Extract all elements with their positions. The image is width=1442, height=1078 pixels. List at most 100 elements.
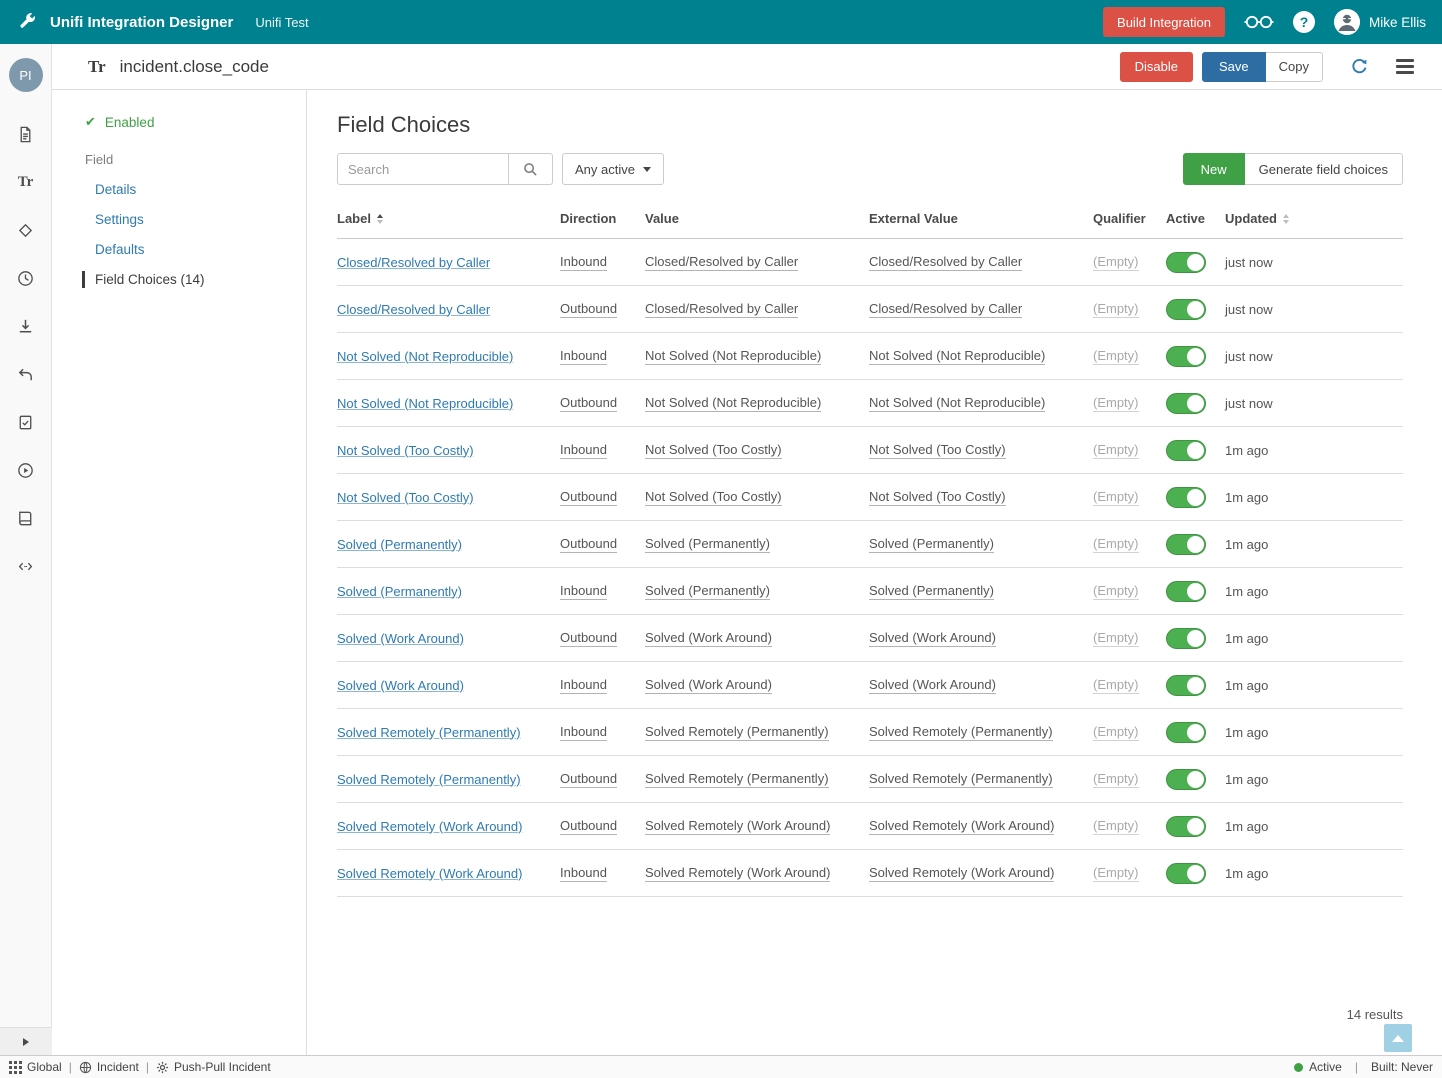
statusbar-target[interactable]: Incident <box>79 1060 139 1074</box>
rail-item-revert[interactable] <box>0 350 52 398</box>
row-qualifier[interactable]: (Empty) <box>1093 865 1139 882</box>
row-external-value[interactable]: Closed/Resolved by Caller <box>869 301 1022 318</box>
row-label-link[interactable]: Solved (Permanently) <box>337 584 462 599</box>
nav-item-settings[interactable]: Settings <box>52 204 306 234</box>
active-toggle[interactable] <box>1166 346 1206 367</box>
column-header-direction[interactable]: Direction <box>560 211 645 226</box>
column-header-updated[interactable]: Updated <box>1225 211 1403 226</box>
row-direction[interactable]: Inbound <box>560 254 607 271</box>
active-toggle[interactable] <box>1166 816 1206 837</box>
rail-item-run[interactable] <box>0 446 52 494</box>
row-value[interactable]: Solved Remotely (Permanently) <box>645 771 829 788</box>
refresh-icon[interactable] <box>1350 57 1369 76</box>
statusbar-integration[interactable]: Push-Pull Incident <box>156 1060 271 1074</box>
row-external-value[interactable]: Not Solved (Too Costly) <box>869 489 1006 506</box>
row-external-value[interactable]: Solved Remotely (Work Around) <box>869 865 1054 882</box>
row-value[interactable]: Closed/Resolved by Caller <box>645 301 798 318</box>
active-toggle[interactable] <box>1166 863 1206 884</box>
column-header-qualifier[interactable]: Qualifier <box>1093 211 1166 226</box>
active-toggle[interactable] <box>1166 440 1206 461</box>
rail-item-document[interactable] <box>0 110 52 158</box>
rail-expand-button[interactable] <box>0 1027 52 1055</box>
app-subtitle[interactable]: Unifi Test <box>255 15 308 30</box>
search-button[interactable] <box>509 153 553 185</box>
row-label-link[interactable]: Not Solved (Not Reproducible) <box>337 396 513 411</box>
nav-item-field-choices[interactable]: Field Choices (14) <box>52 264 306 294</box>
active-toggle[interactable] <box>1166 393 1206 414</box>
active-toggle[interactable] <box>1166 534 1206 555</box>
row-direction[interactable]: Outbound <box>560 818 617 835</box>
row-label-link[interactable]: Closed/Resolved by Caller <box>337 302 490 317</box>
active-toggle[interactable] <box>1166 628 1206 649</box>
column-header-label[interactable]: Label <box>337 211 560 226</box>
row-external-value[interactable]: Solved Remotely (Permanently) <box>869 771 1053 788</box>
build-integration-button[interactable]: Build Integration <box>1103 7 1225 37</box>
row-external-value[interactable]: Not Solved (Not Reproducible) <box>869 395 1045 412</box>
row-label-link[interactable]: Not Solved (Not Reproducible) <box>337 349 513 364</box>
rail-item-code[interactable] <box>0 542 52 590</box>
row-value[interactable]: Not Solved (Too Costly) <box>645 489 782 506</box>
row-label-link[interactable]: Solved Remotely (Permanently) <box>337 772 521 787</box>
row-value[interactable]: Not Solved (Not Reproducible) <box>645 348 821 365</box>
nav-item-details[interactable]: Details <box>52 174 306 204</box>
row-direction[interactable]: Inbound <box>560 865 607 882</box>
column-header-active[interactable]: Active <box>1166 211 1225 226</box>
row-value[interactable]: Solved (Work Around) <box>645 630 772 647</box>
active-toggle[interactable] <box>1166 299 1206 320</box>
row-qualifier[interactable]: (Empty) <box>1093 771 1139 788</box>
row-label-link[interactable]: Closed/Resolved by Caller <box>337 255 490 270</box>
new-button[interactable]: New <box>1183 153 1245 185</box>
row-direction[interactable]: Inbound <box>560 677 607 694</box>
rail-item-download[interactable] <box>0 302 52 350</box>
row-external-value[interactable]: Solved (Permanently) <box>869 536 994 553</box>
active-toggle[interactable] <box>1166 487 1206 508</box>
row-value[interactable]: Not Solved (Not Reproducible) <box>645 395 821 412</box>
menu-icon[interactable] <box>1396 59 1414 73</box>
row-direction[interactable]: Outbound <box>560 489 617 506</box>
row-label-link[interactable]: Solved Remotely (Work Around) <box>337 819 522 834</box>
row-direction[interactable]: Inbound <box>560 442 607 459</box>
row-qualifier[interactable]: (Empty) <box>1093 818 1139 835</box>
row-direction[interactable]: Outbound <box>560 301 617 318</box>
column-header-value[interactable]: Value <box>645 211 869 226</box>
active-toggle[interactable] <box>1166 252 1206 273</box>
row-label-link[interactable]: Solved (Work Around) <box>337 678 464 693</box>
row-external-value[interactable]: Solved (Work Around) <box>869 677 996 694</box>
row-qualifier[interactable]: (Empty) <box>1093 442 1139 459</box>
row-label-link[interactable]: Solved (Work Around) <box>337 631 464 646</box>
row-external-value[interactable]: Solved Remotely (Work Around) <box>869 818 1054 835</box>
help-icon[interactable]: ? <box>1293 11 1315 33</box>
search-input[interactable] <box>337 153 509 185</box>
active-toggle[interactable] <box>1166 675 1206 696</box>
copy-button[interactable]: Copy <box>1266 52 1323 82</box>
row-qualifier[interactable]: (Empty) <box>1093 724 1139 741</box>
row-direction[interactable]: Inbound <box>560 724 607 741</box>
glasses-icon[interactable] <box>1244 14 1274 30</box>
row-value[interactable]: Solved Remotely (Work Around) <box>645 865 830 882</box>
active-toggle[interactable] <box>1166 722 1206 743</box>
row-label-link[interactable]: Not Solved (Too Costly) <box>337 490 474 505</box>
row-value[interactable]: Solved (Permanently) <box>645 536 770 553</box>
row-direction[interactable]: Inbound <box>560 348 607 365</box>
row-label-link[interactable]: Solved Remotely (Permanently) <box>337 725 521 740</box>
rail-item-tasks[interactable] <box>0 398 52 446</box>
row-direction[interactable]: Outbound <box>560 536 617 553</box>
statusbar-scope[interactable]: Global <box>9 1060 62 1074</box>
rail-item-history[interactable] <box>0 254 52 302</box>
active-filter-dropdown[interactable]: Any active <box>562 153 664 185</box>
row-label-link[interactable]: Not Solved (Too Costly) <box>337 443 474 458</box>
row-qualifier[interactable]: (Empty) <box>1093 630 1139 647</box>
row-qualifier[interactable]: (Empty) <box>1093 489 1139 506</box>
save-button[interactable]: Save <box>1202 52 1266 82</box>
row-value[interactable]: Solved (Work Around) <box>645 677 772 694</box>
disable-button[interactable]: Disable <box>1120 52 1193 82</box>
row-label-link[interactable]: Solved Remotely (Work Around) <box>337 866 522 881</box>
row-value[interactable]: Solved Remotely (Work Around) <box>645 818 830 835</box>
row-direction[interactable]: Outbound <box>560 395 617 412</box>
row-qualifier[interactable]: (Empty) <box>1093 254 1139 271</box>
row-qualifier[interactable]: (Empty) <box>1093 348 1139 365</box>
row-direction[interactable]: Outbound <box>560 630 617 647</box>
row-external-value[interactable]: Not Solved (Too Costly) <box>869 442 1006 459</box>
row-qualifier[interactable]: (Empty) <box>1093 395 1139 412</box>
row-external-value[interactable]: Solved (Permanently) <box>869 583 994 600</box>
